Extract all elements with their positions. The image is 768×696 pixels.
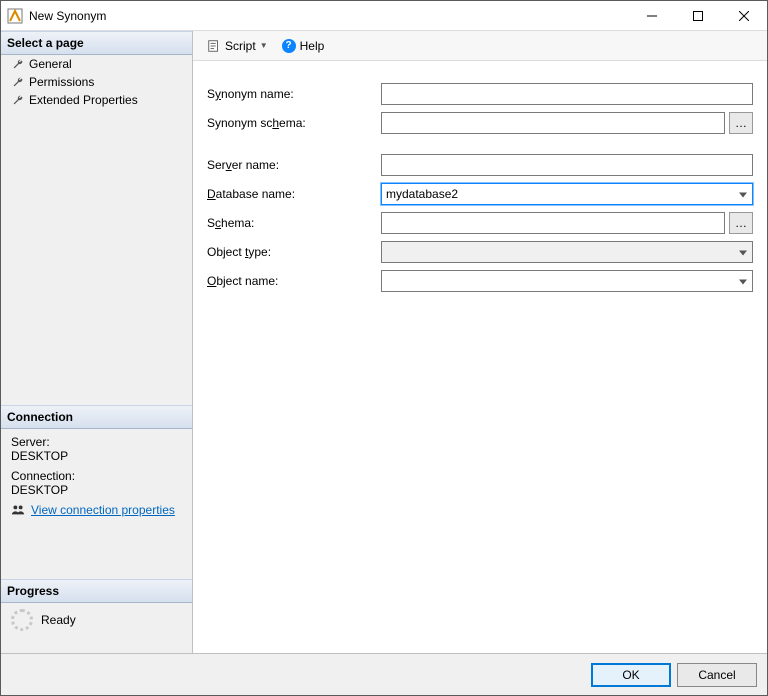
page-label: Extended Properties: [29, 93, 138, 107]
synonym-name-input[interactable]: [381, 83, 753, 105]
page-label: Permissions: [29, 75, 94, 89]
schema-label: Schema:: [207, 216, 381, 230]
synonym-name-label: Synonym name:: [207, 87, 381, 101]
server-name-input[interactable]: [381, 154, 753, 176]
page-label: General: [29, 57, 72, 71]
object-name-label: Object name:: [207, 274, 381, 288]
schema-browse-button[interactable]: …: [729, 212, 753, 234]
chevron-down-icon: ▼: [260, 41, 268, 50]
maximize-button[interactable]: [675, 1, 721, 31]
page-permissions[interactable]: Permissions: [1, 73, 192, 91]
server-value: DESKTOP: [11, 449, 186, 463]
progress-header: Progress: [1, 579, 192, 603]
object-type-combo[interactable]: [381, 241, 753, 263]
form-area: Synonym name: Synonym schema: … Server n…: [193, 61, 767, 313]
connection-header: Connection: [1, 405, 192, 429]
schema-input[interactable]: [381, 212, 725, 234]
minimize-button[interactable]: [629, 1, 675, 31]
right-panel: Script ▼ ? Help Synonym name: Synonym sc…: [193, 31, 767, 653]
window-title: New Synonym: [29, 9, 106, 23]
toolbar: Script ▼ ? Help: [193, 31, 767, 61]
object-name-combo[interactable]: [381, 270, 753, 292]
server-label: Server:: [11, 435, 186, 449]
connection-label: Connection:: [11, 469, 186, 483]
synonym-schema-label: Synonym schema:: [207, 116, 381, 130]
help-button[interactable]: ? Help: [278, 37, 329, 55]
database-name-label: Database name:: [207, 187, 381, 201]
wrench-icon: [11, 75, 25, 89]
object-type-label: Object type:: [207, 245, 381, 259]
page-general[interactable]: General: [1, 55, 192, 73]
page-extended-properties[interactable]: Extended Properties: [1, 91, 192, 109]
titlebar: New Synonym: [1, 1, 767, 31]
connection-value: DESKTOP: [11, 483, 186, 497]
ok-button[interactable]: OK: [591, 663, 671, 687]
people-icon: [11, 503, 25, 517]
close-button[interactable]: [721, 1, 767, 31]
footer: OK Cancel: [1, 653, 767, 695]
synonym-schema-input[interactable]: [381, 112, 725, 134]
wrench-icon: [11, 93, 25, 107]
server-name-label: Server name:: [207, 158, 381, 172]
left-panel: Select a page General Permissions Extend…: [1, 31, 193, 653]
help-icon: ?: [282, 39, 296, 53]
app-icon: [7, 8, 23, 24]
select-page-header: Select a page: [1, 31, 192, 55]
view-connection-properties-link[interactable]: View connection properties: [31, 503, 175, 517]
cancel-button[interactable]: Cancel: [677, 663, 757, 687]
help-label: Help: [300, 39, 325, 53]
script-icon: [207, 39, 221, 53]
wrench-icon: [11, 57, 25, 71]
script-label: Script: [225, 39, 256, 53]
progress-status: Ready: [41, 613, 76, 627]
database-name-combo[interactable]: [381, 183, 753, 205]
progress-spinner-icon: [11, 609, 33, 631]
script-button[interactable]: Script ▼: [203, 37, 272, 55]
synonym-schema-browse-button[interactable]: …: [729, 112, 753, 134]
